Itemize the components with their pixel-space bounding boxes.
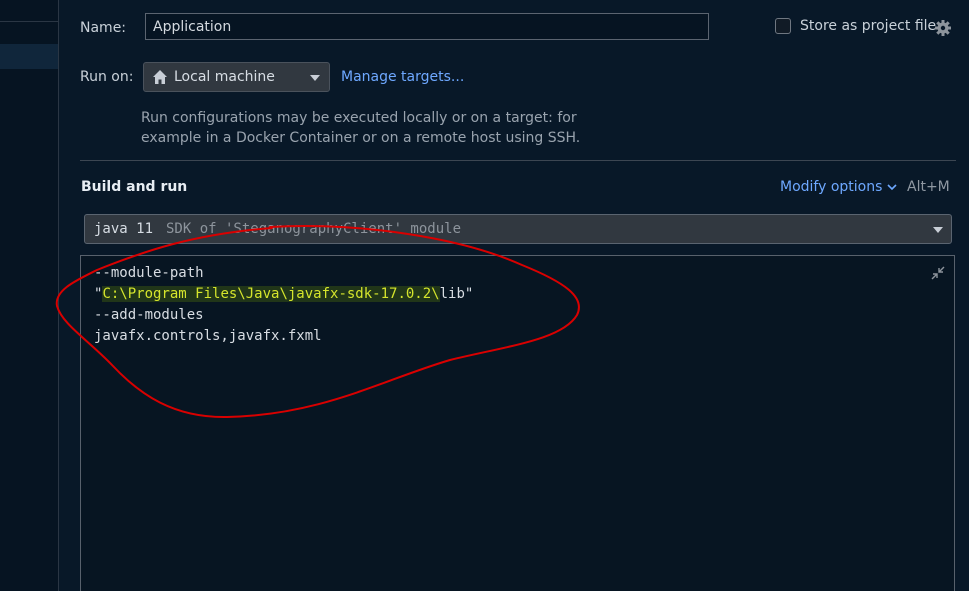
modify-options-link[interactable]: Modify options bbox=[780, 179, 882, 195]
home-icon bbox=[153, 70, 167, 84]
chevron-down-icon bbox=[933, 227, 943, 233]
store-as-project-file-label[interactable]: Store as project file bbox=[800, 18, 936, 34]
build-and-run-title: Build and run bbox=[81, 179, 188, 195]
left-sidebar bbox=[0, 0, 59, 591]
run-on-dropdown[interactable]: Local machine bbox=[143, 62, 330, 92]
jdk-description: SDK of 'SteganographyClient' module bbox=[166, 221, 462, 237]
sidebar-divider bbox=[0, 21, 58, 22]
modify-options-shortcut: Alt+M bbox=[907, 179, 950, 195]
vm-option-line: --module-path bbox=[94, 265, 204, 281]
run-on-value: Local machine bbox=[174, 69, 275, 85]
collapse-icon[interactable] bbox=[930, 265, 946, 281]
vm-option-line: --add-modules bbox=[94, 307, 204, 323]
run-on-label: Run on: bbox=[80, 69, 134, 85]
vm-option-line: "C:\Program Files\Java\javafx-sdk-17.0.2… bbox=[94, 286, 474, 302]
jdk-dropdown[interactable]: java 11 SDK of 'SteganographyClient' mod… bbox=[84, 214, 952, 244]
vm-option-line: javafx.controls,javafx.fxml bbox=[94, 328, 322, 344]
run-on-help-text: Run configurations may be executed local… bbox=[141, 110, 581, 146]
chevron-down-icon bbox=[310, 75, 320, 81]
section-divider bbox=[80, 160, 956, 161]
chevron-down-icon[interactable] bbox=[887, 184, 897, 191]
manage-targets-link[interactable]: Manage targets... bbox=[341, 69, 464, 85]
name-label: Name: bbox=[80, 20, 127, 36]
name-field[interactable] bbox=[145, 13, 709, 40]
jdk-version: java 11 bbox=[94, 221, 154, 237]
vm-options-editor[interactable]: --module-path "C:\Program Files\Java\jav… bbox=[80, 255, 955, 591]
highlighted-path: C:\Program Files\Java\javafx-sdk-17.0.2\ bbox=[102, 286, 440, 302]
sidebar-selected-item[interactable] bbox=[0, 44, 58, 69]
gear-icon[interactable] bbox=[933, 18, 953, 38]
store-as-project-file-checkbox[interactable] bbox=[775, 18, 791, 34]
